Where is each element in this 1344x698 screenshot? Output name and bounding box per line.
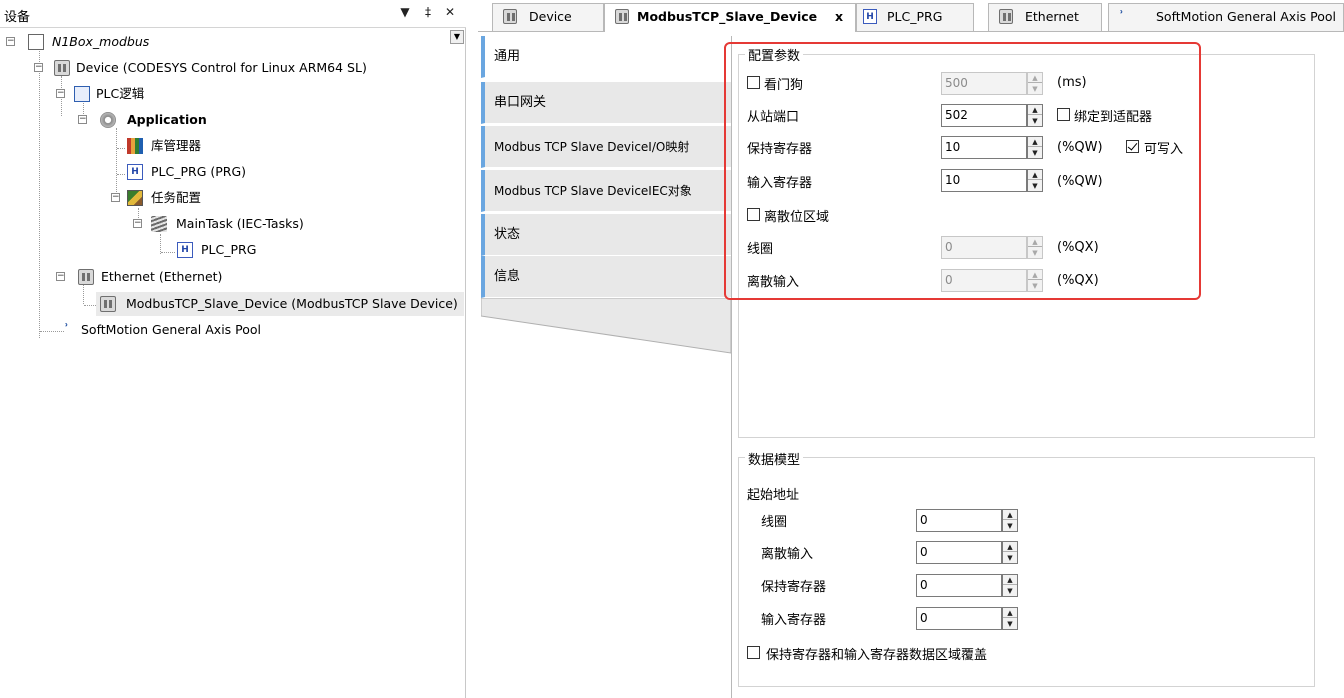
dm-discrete-input-label: 离散输入 (761, 547, 814, 562)
dm-input-spinner[interactable]: ▲ ▼ (1002, 607, 1018, 630)
pin-icon[interactable]: ‡ (421, 5, 435, 19)
dm-input-input[interactable]: 0 (916, 607, 1002, 630)
side-tab-fold-shape (481, 298, 731, 354)
tree-item-ethernet[interactable]: − Ethernet (Ethernet) (0, 265, 460, 289)
dm-input-label: 输入寄存器 (761, 613, 827, 628)
dm-discrete-input-spinner[interactable]: ▲ ▼ (1002, 541, 1018, 564)
modbus-device-icon (100, 296, 116, 312)
tree-label-device: Device (CODESYS Control for Linux ARM64 … (76, 60, 367, 75)
start-address-label: 起始地址 (747, 488, 800, 503)
side-tab-list: 通用 串口网关 Modbus TCP Slave DeviceI/O映射 Mod… (481, 36, 731, 698)
device-icon (54, 60, 70, 76)
dm-holding-label: 保持寄存器 (761, 580, 827, 595)
plc-logic-icon (74, 86, 90, 102)
side-tab-info[interactable]: 信息 (481, 256, 731, 298)
tree-item-main-task-prg[interactable]: H PLC_PRG (0, 238, 460, 262)
side-tab-status[interactable]: 状态 (481, 214, 731, 256)
side-tab-io-mapping[interactable]: Modbus TCP Slave DeviceI/O映射 (481, 126, 731, 168)
program-call-icon: H (177, 242, 193, 258)
device-tree-panel: 设备 ▼ ‡ ✕ ▼ − N1Box_modbus − Device (CODE… (0, 0, 466, 698)
device-panel-title: 设备 (4, 10, 31, 25)
dm-holding-spinner[interactable]: ▲ ▼ (1002, 574, 1018, 597)
tree-item-softmotion[interactable]: ʾ SoftMotion General Axis Pool (0, 318, 460, 342)
axis-pool-icon: ʾ (64, 322, 69, 337)
dm-holding-input[interactable]: 0 (916, 574, 1002, 597)
tree-label-root: N1Box_modbus (52, 34, 150, 49)
ethernet-device-icon (78, 269, 94, 285)
collapse-icon[interactable]: − (56, 272, 65, 281)
tab-ethernet[interactable]: Ethernet (988, 3, 1102, 31)
collapse-icon[interactable]: − (111, 193, 120, 202)
dm-coil-input[interactable]: 0 (916, 509, 1002, 532)
side-tab-serial-gateway[interactable]: 串口网关 (481, 82, 731, 124)
collapse-icon[interactable]: − (6, 37, 15, 46)
tree-label-main-task: MainTask (IEC-Tasks) (176, 216, 304, 231)
side-tab-general[interactable]: 通用 (481, 36, 731, 78)
tree-item-library-manager[interactable]: 库管理器 (0, 134, 460, 158)
tree-label-modbus-slave: ModbusTCP_Slave_Device (ModbusTCP Slave … (126, 296, 458, 311)
data-model-title: 数据模型 (745, 449, 804, 468)
tree-label-application: Application (127, 112, 207, 127)
task-icon (151, 216, 167, 232)
tree-item-application[interactable]: − Application (0, 108, 460, 132)
device-icon (999, 9, 1013, 24)
side-tab-iec-objects[interactable]: Modbus TCP Slave DeviceIEC对象 (481, 170, 731, 212)
highlight-annotation-box (724, 42, 1201, 300)
tab-label: ModbusTCP_Slave_Device (637, 9, 818, 24)
tree-item-task-config[interactable]: − 任务配置 (0, 186, 460, 210)
tree-label-task-config: 任务配置 (151, 190, 202, 205)
collapse-icon[interactable]: − (56, 89, 65, 98)
tree-item-plc-prg[interactable]: H PLC_PRG (PRG) (0, 160, 460, 184)
application-gear-icon (100, 112, 116, 128)
program-icon: H (863, 9, 877, 24)
dropdown-icon[interactable]: ▼ (398, 5, 412, 19)
tree-label-plc-prg: PLC_PRG (PRG) (151, 164, 247, 179)
collapse-icon[interactable]: − (133, 219, 142, 228)
dm-coil-spinner[interactable]: ▲ ▼ (1002, 509, 1018, 532)
tree-label-main-task-prg: PLC_PRG (201, 242, 257, 257)
program-icon: H (127, 164, 143, 180)
tree-label-plc-logic: PLC逻辑 (96, 86, 145, 101)
overlap-label: 保持寄存器和输入寄存器数据区域覆盖 (766, 648, 988, 663)
tree-item-modbus-slave[interactable]: ModbusTCP_Slave_Device (ModbusTCP Slave … (0, 292, 464, 316)
tree-item-device[interactable]: − Device (CODESYS Control for Linux ARM6… (0, 56, 460, 80)
collapse-icon[interactable]: − (34, 63, 43, 72)
tree-item-main-task[interactable]: − MainTask (IEC-Tasks) (0, 212, 460, 236)
tab-modbus-slave-device[interactable]: ModbusTCP_Slave_Device x (604, 3, 856, 32)
tab-label: Device (529, 9, 572, 24)
overlap-checkbox[interactable] (747, 646, 760, 659)
tab-softmotion[interactable]: ʾ SoftMotion General Axis Pool (1108, 3, 1344, 31)
device-icon (615, 9, 629, 24)
task-config-icon (127, 190, 143, 206)
tree-item-root[interactable]: − N1Box_modbus (0, 30, 460, 54)
device-panel-header: 设备 ▼ ‡ ✕ (0, 0, 466, 28)
close-panel-icon[interactable]: ✕ (443, 5, 457, 19)
tab-plc-prg[interactable]: H PLC_PRG (856, 3, 974, 31)
tab-label: SoftMotion General Axis Pool (1156, 9, 1337, 24)
collapse-icon[interactable]: − (78, 115, 87, 124)
project-icon (28, 34, 44, 50)
tree-label-library-manager: 库管理器 (151, 138, 202, 153)
axis-pool-icon: ʾ (1119, 9, 1124, 24)
device-icon (503, 9, 517, 24)
tree-item-plc-logic[interactable]: − PLC逻辑 (0, 82, 460, 106)
tree-label-ethernet: Ethernet (Ethernet) (101, 269, 223, 284)
close-tab-icon[interactable]: x (835, 4, 843, 30)
library-icon (127, 138, 143, 154)
tab-device[interactable]: Device (492, 3, 604, 31)
tree-label-softmotion: SoftMotion General Axis Pool (81, 322, 262, 337)
tab-label: PLC_PRG (887, 9, 943, 24)
tab-label: Ethernet (1025, 9, 1079, 24)
editor-tab-bar: Device ModbusTCP_Slave_Device x H PLC_PR… (478, 0, 1344, 32)
dm-coil-label: 线圈 (761, 515, 788, 530)
dm-discrete-input-input[interactable]: 0 (916, 541, 1002, 564)
